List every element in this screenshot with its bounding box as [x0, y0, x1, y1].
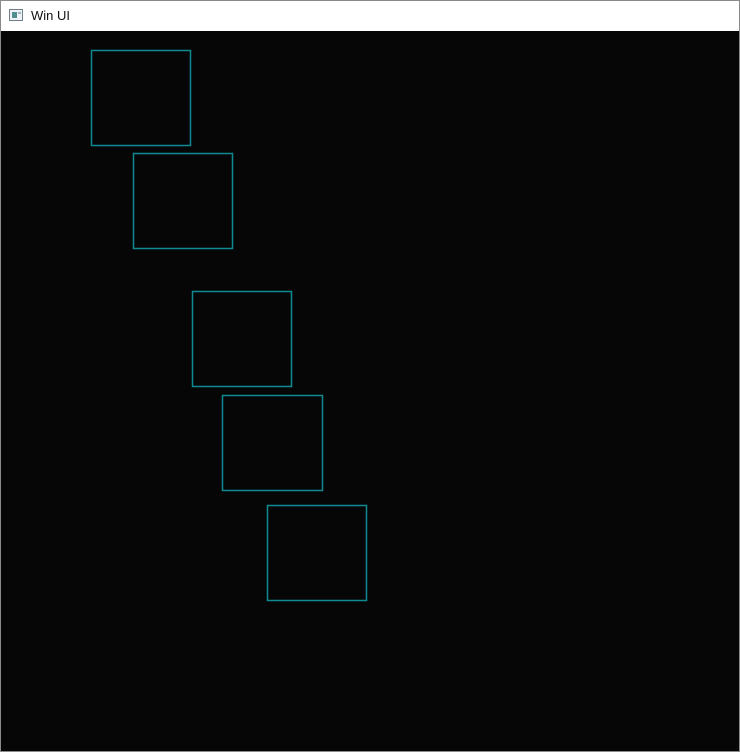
title-bar[interactable]: Win UI — [1, 1, 739, 31]
square-outline-3 — [191, 290, 293, 388]
square-outline-2 — [132, 152, 234, 250]
square-outline-1 — [90, 49, 192, 147]
square-outlines-layer — [90, 49, 368, 602]
app-window: Win UI — [0, 0, 740, 752]
drawing-canvas[interactable] — [1, 31, 739, 751]
app-window-icon — [9, 9, 23, 21]
square-outline-4 — [221, 394, 324, 492]
window-title: Win UI — [31, 8, 70, 23]
square-outline-5 — [266, 504, 368, 602]
